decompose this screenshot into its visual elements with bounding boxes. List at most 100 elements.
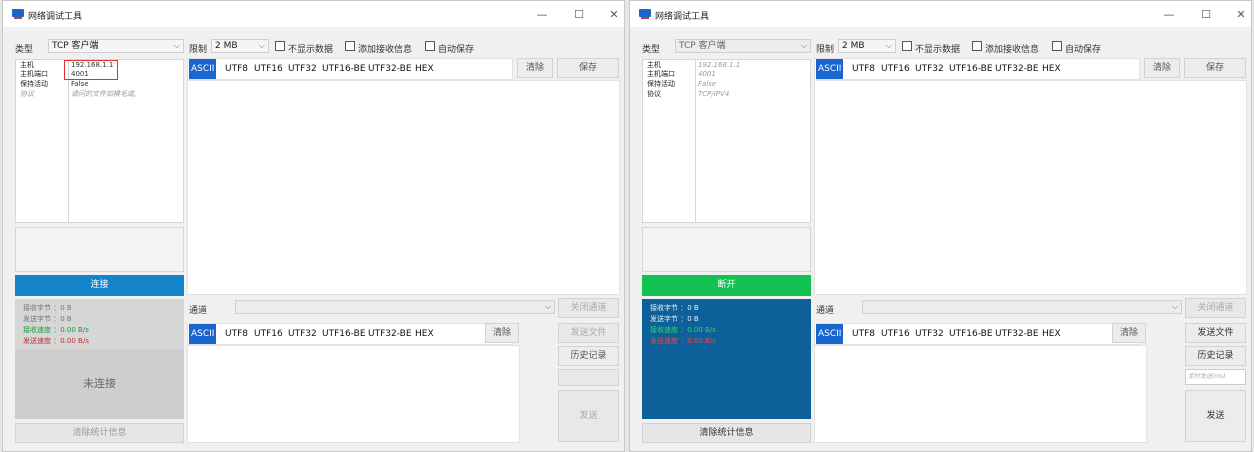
tab-utf8[interactable]: UTF8 [852,324,875,344]
send-button[interactable]: 发送 [1185,390,1246,442]
tab-ascii[interactable]: ASCII [816,324,844,344]
add-recv-info-checkbox[interactable] [972,41,982,51]
type-select-value: TCP 客户端 [679,41,726,51]
receive-text-area[interactable] [814,80,1247,295]
history-button[interactable]: 历史记录 [1185,346,1246,366]
minimize-button[interactable]: — [529,6,555,24]
tab-utf16-be[interactable]: UTF16-BE [949,324,993,344]
limit-select[interactable]: 2 MB ⌵ [838,39,896,53]
tab-utf32[interactable]: UTF32 [915,59,944,79]
tab-utf32[interactable]: UTF32 [288,324,317,344]
receive-encoding-tabs: ASCII UTF8 UTF16 UTF32 UTF16-BE UTF32-BE… [187,58,513,80]
disconnect-button[interactable]: 断开 [642,275,811,296]
receive-text-area[interactable] [187,80,620,295]
tab-utf16[interactable]: UTF16 [254,324,283,344]
tab-utf32[interactable]: UTF32 [915,324,944,344]
description-panel [642,227,811,272]
tab-utf32-be[interactable]: UTF32-BE [368,59,412,79]
tab-utf16-be[interactable]: UTF16-BE [322,59,366,79]
monitor-icon [12,9,24,19]
type-select[interactable]: TCP 客户端 ⌵ [675,39,811,53]
title-bar: 网络调试工具 — ☐ ✕ [3,1,624,27]
timer-input-disabled[interactable] [558,369,619,386]
tab-utf16[interactable]: UTF16 [881,59,910,79]
port-label: 主机端口 [20,70,48,78]
tab-hex[interactable]: HEX [1042,324,1061,344]
tab-utf32-be[interactable]: UTF32-BE [368,324,412,344]
recv-speed: 接收速度 ：0.00 B/s [650,326,716,334]
tab-hex[interactable]: HEX [415,59,434,79]
auto-save-checkbox[interactable] [425,41,435,51]
send-text-area[interactable] [814,345,1147,443]
port-label: 主机端口 [647,70,675,78]
channel-select[interactable]: ⌵ [862,300,1182,314]
save-button[interactable]: 保存 [557,58,619,78]
tab-hex[interactable]: HEX [1042,59,1061,79]
protocol-hint: 请问的文件如模毛或, [71,90,137,98]
tab-utf32[interactable]: UTF32 [288,59,317,79]
tab-utf16[interactable]: UTF16 [881,324,910,344]
clear-stats-button[interactable]: 清除统计信息 [15,423,184,443]
not-connected-status: 未连接 [15,349,184,419]
auto-save-label: 自动保存 [438,45,475,55]
close-channel-button[interactable]: 关闭通道 [558,298,619,318]
tab-utf32-be[interactable]: UTF32-BE [995,324,1039,344]
timer-interval-input[interactable]: 定时发送(ms) [1185,369,1246,385]
maximize-button[interactable]: ☐ [1193,6,1219,24]
chevron-down-icon: ⌵ [1171,302,1178,311]
receive-encoding-tabs: ASCII UTF8 UTF16 UTF32 UTF16-BE UTF32-BE… [814,58,1140,80]
minimize-button[interactable]: — [1156,6,1182,24]
tab-hex[interactable]: HEX [415,324,434,344]
network-tool-window-left: 网络调试工具 — ☐ ✕ 类型 TCP 客户端 ⌵ 主机 192.168.1.1… [2,0,625,452]
limit-select[interactable]: 2 MB ⌵ [211,39,269,53]
type-label: 类型 [15,45,34,55]
maximize-button[interactable]: ☐ [566,6,592,24]
tab-utf16[interactable]: UTF16 [254,59,283,79]
keepalive-value[interactable]: False [71,80,89,89]
add-recv-info-label: 添加接收信息 [985,45,1040,55]
close-channel-button[interactable]: 关闭通道 [1185,298,1246,318]
host-value: 192.168.1.1 [698,61,741,69]
clear-send-button[interactable]: 清除 [485,323,519,343]
type-select[interactable]: TCP 客户端 ⌵ [48,39,184,53]
highlight-box [64,60,118,80]
tab-utf32-be[interactable]: UTF32-BE [995,59,1039,79]
close-button[interactable]: ✕ [601,6,624,24]
clear-receive-button[interactable]: 清除 [1144,58,1180,78]
history-button[interactable]: 历史记录 [558,346,619,366]
clear-send-button[interactable]: 清除 [1112,323,1146,343]
tab-ascii[interactable]: ASCII [189,324,217,344]
tab-utf8[interactable]: UTF8 [225,324,248,344]
clear-stats-button[interactable]: 清除统计信息 [642,423,811,443]
tab-utf16-be[interactable]: UTF16-BE [949,59,993,79]
limit-select-value: 2 MB [215,41,238,51]
limit-select-value: 2 MB [842,41,865,51]
add-recv-info-checkbox[interactable] [345,41,355,51]
recv-bytes: 接收字节 ：0 B [23,304,72,312]
tab-utf8[interactable]: UTF8 [852,59,875,79]
send-file-button[interactable]: 发送文件 [558,323,619,343]
protocol-label: 协议 [20,90,34,98]
channel-select[interactable]: ⌵ [235,300,555,314]
tab-ascii[interactable]: ASCII [189,59,217,79]
auto-save-checkbox[interactable] [1052,41,1062,51]
chevron-down-icon: ⌵ [885,41,892,50]
connect-button[interactable]: 连接 [15,275,184,296]
chevron-down-icon: ⌵ [544,302,551,311]
tab-ascii[interactable]: ASCII [816,59,844,79]
host-label: 主机 [20,61,34,69]
hide-data-checkbox[interactable] [902,41,912,51]
send-encoding-tabs: ASCII UTF8 UTF16 UTF32 UTF16-BE UTF32-BE… [814,323,1140,345]
tab-utf16-be[interactable]: UTF16-BE [322,324,366,344]
protocol-label: 协议 [647,90,661,98]
keepalive-label: 保持活动 [20,80,48,88]
save-button[interactable]: 保存 [1184,58,1246,78]
auto-save-label: 自动保存 [1065,45,1102,55]
send-text-area[interactable] [187,345,520,443]
send-file-button[interactable]: 发送文件 [1185,323,1246,343]
clear-receive-button[interactable]: 清除 [517,58,553,78]
close-button[interactable]: ✕ [1228,6,1251,24]
tab-utf8[interactable]: UTF8 [225,59,248,79]
send-button[interactable]: 发送 [558,390,619,442]
hide-data-checkbox[interactable] [275,41,285,51]
